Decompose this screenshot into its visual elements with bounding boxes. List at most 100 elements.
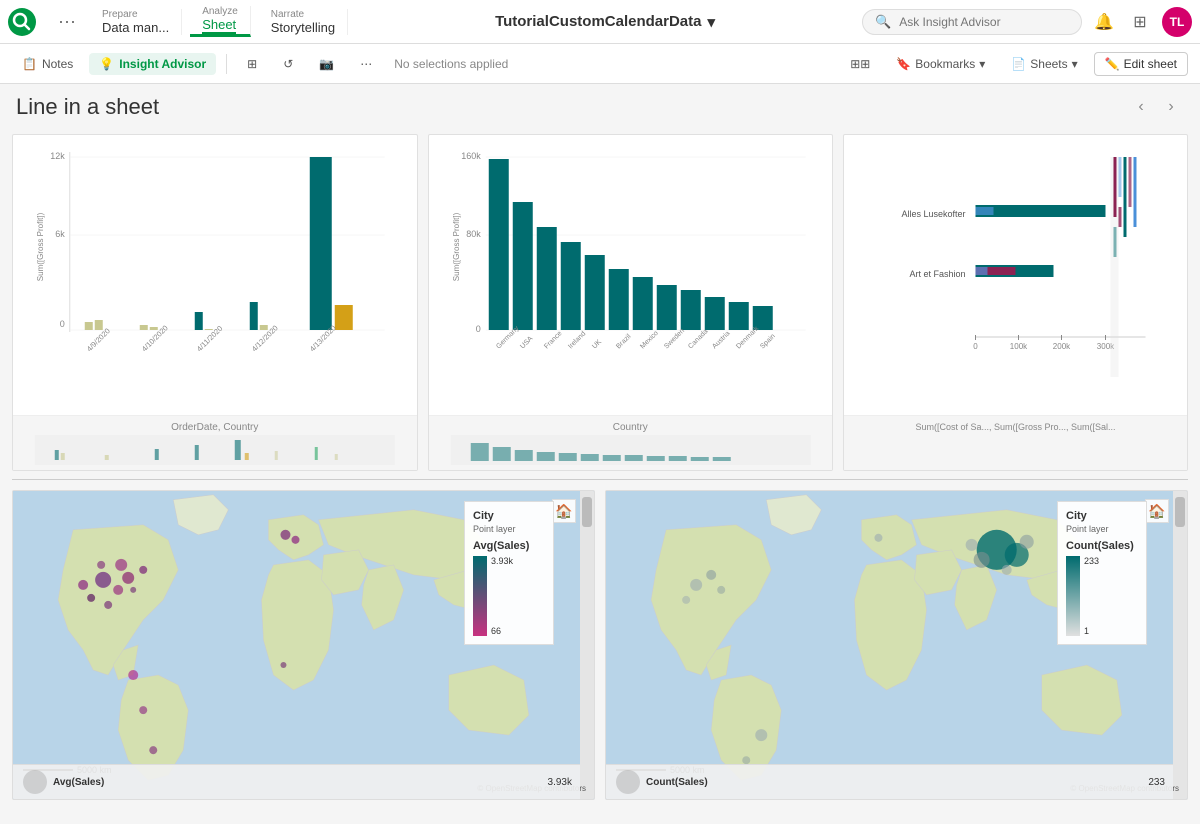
chart-3-inner: Alles Lusekofter Art et Fashion 0 100k 2… (844, 135, 1187, 415)
chart-1-sparkline (21, 435, 409, 465)
sheets-icon: 📄 (1011, 57, 1026, 71)
sheets-button[interactable]: 📄 Sheets ▾ (1001, 53, 1087, 75)
map-2-footer-measure: Count(Sales) (646, 777, 708, 788)
more-icon: ⋯ (360, 57, 372, 71)
map-1-legend-min: 66 (491, 626, 513, 636)
nav-narrate-top: Narrate (271, 9, 304, 20)
map-1-footer-icon (21, 768, 49, 796)
svg-text:France: France (543, 330, 563, 350)
toolbar: 📋 Notes 💡 Insight Advisor ⊞ ↺ 📷 ⋯ No sel… (0, 44, 1200, 84)
svg-text:UK: UK (591, 338, 603, 350)
search-bar[interactable]: 🔍 (862, 9, 1082, 35)
svg-text:0: 0 (973, 342, 978, 351)
map-1-scrollbar-thumb[interactable] (582, 497, 592, 527)
notes-label: Notes (42, 57, 73, 71)
svg-text:Alles Lusekofter: Alles Lusekofter (901, 209, 965, 219)
map-2-legend: City Point layer Count(Sales) 233 1 (1057, 501, 1147, 645)
top-nav: ··· Prepare Data man... Analyze Sheet Na… (0, 0, 1200, 44)
bookmarks-label: Bookmarks (915, 57, 975, 71)
page-title: Line in a sheet (16, 94, 159, 120)
grid-icon[interactable]: ⊞ (1126, 8, 1154, 36)
notes-icon: 📋 (22, 57, 37, 71)
svg-text:Sum([Gross Profit]): Sum([Gross Profit]) (36, 212, 45, 281)
page-nav: ‹ › (1128, 94, 1184, 120)
map-1-scrollbar[interactable] (580, 491, 594, 799)
insight-icon: 💡 (99, 57, 114, 71)
bookmarks-button[interactable]: 🔖 Bookmarks ▾ (886, 53, 995, 75)
search-input[interactable] (899, 15, 1059, 29)
map-2: 🏠 City Point layer Count(Sales) 233 (605, 490, 1188, 800)
edit-sheet-button[interactable]: ✏️ Edit sheet (1094, 52, 1188, 76)
svg-text:Brazil: Brazil (615, 333, 633, 351)
nav-analyze-top: Analyze (202, 6, 238, 17)
svg-text:12k: 12k (50, 151, 65, 161)
snapshot-button[interactable]: 📷 (309, 53, 344, 75)
map-1-legend: City Point layer Avg(Sales) 3.93k 66 (464, 501, 554, 645)
map-2-legend-measure: Count(Sales) (1066, 540, 1138, 552)
nav-analyze-main: Sheet (202, 17, 236, 34)
nav-prepare[interactable]: Prepare Data man... (90, 9, 182, 35)
map-1-home-icon[interactable]: 🏠 (552, 499, 576, 523)
nav-prepare-top: Prepare (102, 9, 138, 20)
map-1-footer-value: 3.93k (548, 777, 572, 788)
maps-area: 🏠 City Point layer Avg(Sales) 3.9 (0, 480, 1200, 810)
user-avatar[interactable]: TL (1162, 7, 1192, 37)
svg-text:Sweden: Sweden (663, 328, 686, 351)
chart-3-footer: Sum([Cost of Sa..., Sum([Gross Pro..., S… (844, 415, 1187, 470)
svg-text:160k: 160k (461, 151, 481, 161)
next-page-button[interactable]: › (1158, 94, 1184, 120)
map-2-legend-sub: Point layer (1066, 524, 1138, 534)
nav-analyze[interactable]: Analyze Sheet (190, 6, 251, 37)
map-2-legend-max: 233 (1084, 556, 1099, 566)
grid-view-icon: ⊞ (247, 57, 257, 71)
chart-3: Alles Lusekofter Art et Fashion 0 100k 2… (843, 134, 1188, 471)
svg-text:Art et Fashion: Art et Fashion (909, 269, 965, 279)
map-2-home-icon[interactable]: 🏠 (1145, 499, 1169, 523)
svg-text:Sum([Gross Profit]): Sum([Gross Profit]) (451, 212, 460, 281)
nav-prepare-main: Data man... (102, 20, 169, 35)
chart-3-axis-label: Sum([Cost of Sa..., Sum([Gross Pro..., S… (852, 420, 1179, 434)
edit-icon: ✏️ (1105, 57, 1120, 71)
map-2-footer: Count(Sales) 233 (606, 764, 1173, 799)
chart-3-svg: Alles Lusekofter Art et Fashion 0 100k 2… (852, 147, 1179, 387)
more-options-icon[interactable]: ··· (52, 9, 82, 34)
map-1: 🏠 City Point layer Avg(Sales) 3.9 (12, 490, 595, 800)
svg-text:Ireland: Ireland (567, 330, 587, 350)
page-title-bar: Line in a sheet ‹ › (0, 84, 1200, 126)
notes-button[interactable]: 📋 Notes (12, 53, 83, 75)
qlik-logo-mark[interactable] (8, 8, 36, 36)
svg-text:Austria: Austria (711, 330, 731, 350)
chart-1-axis-label: OrderDate, Country (21, 420, 409, 435)
svg-text:0: 0 (60, 319, 65, 329)
app-title-chevron-icon[interactable]: ▾ (707, 13, 715, 31)
refresh-button[interactable]: ↺ (273, 53, 303, 75)
chart-1-svg: 12k 6k 0 Sum([Gross Profit]) (21, 147, 409, 387)
svg-text:USA: USA (519, 335, 534, 350)
bookmarks-chevron-icon: ▾ (979, 57, 985, 71)
svg-text:4/9/2020: 4/9/2020 (85, 326, 112, 353)
map-1-legend-sub: Point layer (473, 524, 545, 534)
map-1-footer: Avg(Sales) 3.93k (13, 764, 580, 799)
insight-advisor-button[interactable]: 💡 Insight Advisor (89, 53, 216, 75)
svg-text:Spain: Spain (759, 333, 777, 351)
search-icon: 🔍 (875, 14, 891, 30)
nav-narrate[interactable]: Narrate Storytelling (259, 9, 348, 35)
prev-page-button[interactable]: ‹ (1128, 94, 1154, 120)
selection-status: No selections applied (394, 57, 508, 71)
sheets-chevron-icon: ▾ (1072, 57, 1078, 71)
chart-2-axis-label: Country (437, 420, 825, 435)
map-1-legend-title: City (473, 510, 545, 522)
map-1-legend-max: 3.93k (491, 556, 513, 566)
more-button[interactable]: ⋯ (350, 53, 382, 75)
grid-view-button[interactable]: ⊞ (237, 53, 267, 75)
table-view-button[interactable]: ⊞⊞ (840, 53, 880, 75)
toolbar-right: ⊞⊞ 🔖 Bookmarks ▾ 📄 Sheets ▾ ✏️ Edit shee… (840, 52, 1188, 76)
bookmark-icon: 🔖 (896, 57, 911, 71)
map-2-scrollbar[interactable] (1173, 491, 1187, 799)
notification-icon[interactable]: 🔔 (1090, 8, 1118, 36)
map-2-scrollbar-thumb[interactable] (1175, 497, 1185, 527)
svg-text:Mexico: Mexico (639, 330, 660, 351)
qlik-logo (8, 8, 36, 36)
edit-sheet-label: Edit sheet (1124, 57, 1177, 71)
nav-icons: 🔔 ⊞ TL (1090, 7, 1192, 37)
